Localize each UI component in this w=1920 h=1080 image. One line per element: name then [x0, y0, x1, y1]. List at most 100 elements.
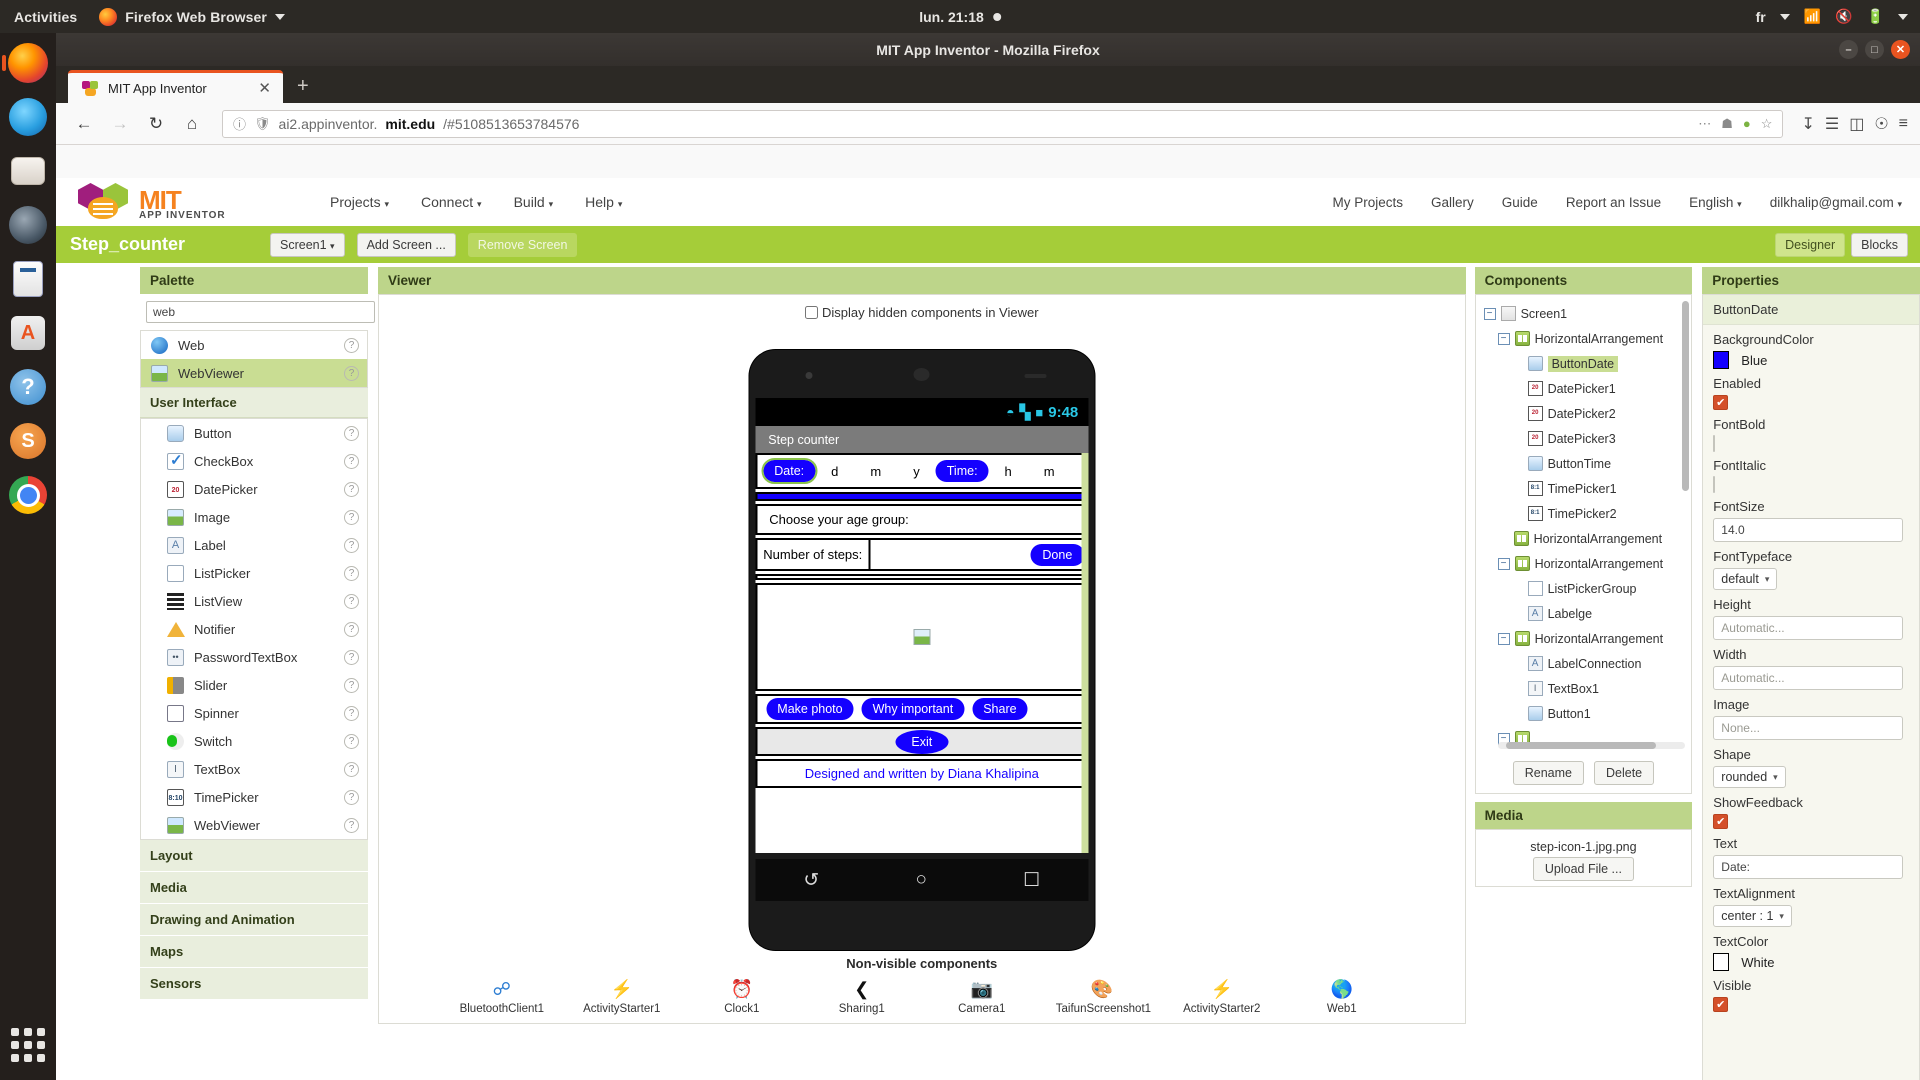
add-screen-button[interactable]: Add Screen ... [356, 232, 456, 257]
link-guide[interactable]: Guide [1502, 195, 1538, 210]
palette-item-checkbox[interactable]: CheckBox? [141, 447, 367, 475]
display-hidden-components-input[interactable] [805, 306, 818, 319]
activities-button[interactable]: Activities [14, 9, 77, 25]
palette-item-slider[interactable]: Slider? [141, 671, 367, 699]
delete-button[interactable]: Delete [1593, 761, 1655, 785]
url-bar[interactable]: ⓘ 🛡 ai2.appinventor. mit.edu /#51085136537… [222, 109, 1784, 138]
palette-item-datepicker[interactable]: 20 DatePicker? [141, 475, 367, 503]
screen-selector[interactable]: Screen1 ▾ [270, 232, 345, 257]
arrangement-exit[interactable]: Exit [755, 727, 1089, 756]
palette-category-drawing-animation[interactable]: Drawing and Animation [140, 904, 368, 936]
tree-node-timepicker1[interactable]: 8:1 TimePicker1 [1480, 476, 1692, 501]
help-icon[interactable]: ? [344, 761, 359, 777]
button-date[interactable]: Date: [761, 458, 818, 484]
datepicker-2[interactable]: m [854, 464, 897, 479]
color-swatch[interactable] [1713, 351, 1730, 369]
pocket-icon[interactable]: ☗ [1721, 116, 1733, 132]
back-icon[interactable]: ↺ [803, 869, 819, 892]
help-icon[interactable]: ? [344, 817, 359, 833]
done-button[interactable]: Done [1030, 543, 1085, 566]
help-icon[interactable]: ? [344, 649, 359, 665]
tree-node-buttondate[interactable]: ButtonDate [1480, 351, 1692, 376]
palette-item-webviewer[interactable]: WebViewer ? [141, 359, 367, 387]
palette-item-webviewer-2[interactable]: WebViewer? [141, 811, 367, 839]
datepicker-3[interactable]: y [897, 464, 936, 479]
timepicker-1[interactable]: h [989, 464, 1028, 479]
tree-node-timepicker2[interactable]: 8:1 TimePicker2 [1480, 501, 1692, 526]
checkbox-checked-icon[interactable]: ✔ [1713, 395, 1729, 410]
nonvisible-bluetoothclient1[interactable]: ☍ BluetoothClient1 [456, 977, 548, 1016]
palette-category-maps[interactable]: Maps [140, 936, 368, 968]
palette-item-image[interactable]: Image? [141, 503, 367, 531]
tree-node-datepicker3[interactable]: 20 DatePicker3 [1480, 426, 1692, 451]
collapse-icon[interactable]: − [1497, 557, 1510, 570]
tree-vertical-scrollbar[interactable] [1682, 301, 1690, 491]
property-value[interactable]: Blue [1713, 351, 1909, 369]
nonvisible-sharing1[interactable]: ❮ Sharing1 [816, 977, 908, 1016]
help-icon[interactable]: ? [344, 733, 359, 749]
button-time[interactable]: Time: [935, 460, 989, 482]
extension-icon[interactable]: ● [1743, 116, 1751, 131]
nonvisible-activitystarter2[interactable]: ⚡ ActivityStarter2 [1176, 977, 1268, 1016]
exit-button[interactable]: Exit [895, 729, 949, 754]
checkbox-unchecked-icon[interactable] [1713, 435, 1716, 452]
account-icon[interactable]: ☉ [1874, 114, 1888, 134]
help-icon[interactable]: ? [344, 365, 359, 381]
show-applications-button[interactable] [11, 1028, 45, 1062]
system-tray[interactable]: fr 📶 🔇 🔋 [1756, 8, 1908, 25]
browser-tab[interactable]: MIT App Inventor ✕ [68, 70, 283, 103]
media-file-item[interactable]: step-icon-1.jpg.png [1476, 840, 1692, 854]
help-icon[interactable]: ? [344, 705, 359, 721]
property-value[interactable]: White [1713, 953, 1909, 971]
arrangement-datetime[interactable]: Date: d m y Time: h m [755, 453, 1089, 489]
minimize-button[interactable]: – [1839, 40, 1858, 59]
palette-category-media[interactable]: Media [140, 872, 368, 904]
rename-button[interactable]: Rename [1512, 761, 1584, 785]
textalignment-select[interactable]: center : 1 ▾ [1713, 905, 1792, 927]
help-icon[interactable]: ? [344, 337, 359, 353]
palette-item-listview[interactable]: ListView? [141, 587, 367, 615]
tree-node-horizontalarrangement-4[interactable]: − HorizontalArrangement [1480, 626, 1692, 651]
help-icon[interactable]: ? [344, 453, 359, 469]
clock-button[interactable]: lun. 21:18 [919, 9, 1001, 25]
nonvisible-clock1[interactable]: ⏰ Clock1 [696, 977, 788, 1016]
palette-item-timepicker[interactable]: 8:10 TimePicker? [141, 783, 367, 811]
tree-node-screen1[interactable]: − Screen1 [1480, 301, 1692, 326]
link-my-projects[interactable]: My Projects [1333, 195, 1404, 210]
dock-item-help[interactable]: ? [6, 365, 50, 409]
palette-item-label[interactable]: A Label? [141, 531, 367, 559]
steps-textbox[interactable] [868, 540, 1031, 569]
tree-node-datepicker1[interactable]: 20 DatePicker1 [1480, 376, 1692, 401]
designer-tab[interactable]: Designer [1775, 232, 1846, 257]
tree-node-horizontalarrangement-1[interactable]: − HorizontalArrangement [1480, 326, 1692, 351]
link-report-issue[interactable]: Report an Issue [1566, 195, 1661, 210]
palette-category-layout[interactable]: Layout [140, 840, 368, 872]
dock-item-chrome[interactable] [6, 473, 50, 517]
remove-screen-button[interactable]: Remove Screen [467, 232, 578, 257]
timepicker-2[interactable]: m [1028, 464, 1071, 479]
arrangement-image[interactable] [755, 583, 1089, 691]
menu-icon[interactable]: ≡ [1899, 115, 1908, 133]
collapse-icon[interactable]: − [1497, 632, 1510, 645]
why-important-button[interactable]: Why important [861, 698, 965, 720]
page-actions-icon[interactable]: ⋯ [1698, 116, 1711, 132]
help-icon[interactable]: ? [344, 509, 359, 525]
width-input[interactable]: Automatic... [1713, 666, 1904, 690]
link-gallery[interactable]: Gallery [1431, 195, 1474, 210]
arrangement-steps[interactable]: Number of steps: Done [755, 538, 1089, 571]
menu-help[interactable]: Help ▾ [585, 194, 622, 210]
dock-item-files[interactable] [6, 149, 50, 193]
make-photo-button[interactable]: Make photo [766, 698, 854, 720]
palette-item-button[interactable]: Button? [141, 419, 367, 447]
nonvisible-activitystarter1[interactable]: ⚡ ActivityStarter1 [576, 977, 668, 1016]
fontsize-input[interactable]: 14.0 [1713, 518, 1904, 542]
tree-node-button1[interactable]: Button1 [1480, 701, 1692, 726]
recents-icon[interactable]: ☐ [1023, 869, 1040, 892]
color-swatch[interactable] [1713, 953, 1730, 971]
downloads-icon[interactable]: ↧ [1801, 114, 1814, 134]
language-selector[interactable]: English ▾ [1689, 195, 1742, 210]
dock-item-sublime-text[interactable] [6, 419, 50, 463]
tree-node-buttontime[interactable]: ButtonTime [1480, 451, 1692, 476]
nonvisible-taifunscreenshot1[interactable]: 🎨 TaifunScreenshot1 [1056, 977, 1151, 1016]
palette-group-user-interface[interactable]: User Interface [140, 388, 368, 418]
